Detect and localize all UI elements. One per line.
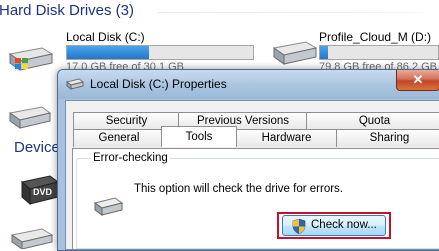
windows-drive-icon (8, 47, 54, 71)
section-hard-disk-drives[interactable]: Hard Disk Drives (3) (0, 2, 134, 19)
drive-usage-bar-c (66, 45, 254, 60)
check-now-label: Check now... (311, 219, 377, 231)
drive-tile-d[interactable]: Profile_Cloud_M (D:) 79.8 GB free of 86.… (268, 24, 439, 74)
hard-drive-icon (94, 197, 124, 216)
dialog-title: Local Disk (C:) Properties (90, 77, 227, 91)
close-button[interactable]: ✕ (396, 70, 439, 91)
properties-icon (66, 78, 84, 90)
tab-hardware[interactable]: Hardware (235, 129, 338, 147)
error-checking-label: Error-checking (91, 152, 170, 164)
close-icon: ✕ (412, 72, 424, 87)
dvd-drive-icon[interactable]: DVD (20, 174, 60, 208)
error-checking-description: This option will check the drive for err… (134, 183, 343, 195)
tab-sharing[interactable]: Sharing (336, 129, 439, 147)
drive-name-d: Profile_Cloud_M (D:) (319, 30, 432, 44)
drive-usage-fill-d (320, 46, 329, 59)
drive-tile-c[interactable]: Local Disk (C:) 17.0 GB free of 30.1 GB (0, 24, 260, 74)
hard-drive-icon[interactable] (10, 227, 54, 249)
shield-icon (292, 219, 306, 234)
hard-drive-icon (272, 41, 318, 65)
section-divider (158, 12, 439, 13)
drive-usage-bar-d (319, 45, 439, 60)
tab-general[interactable]: General (73, 129, 165, 147)
drive-name-c: Local Disk (C:) (66, 30, 145, 44)
section-devices[interactable]: Device (14, 139, 60, 156)
drive-usage-fill-c (67, 46, 149, 59)
dvd-label: DVD (33, 187, 53, 197)
check-now-button[interactable]: Check now... (282, 215, 386, 236)
hard-drive-icon[interactable] (8, 103, 52, 133)
dialog-titlebar[interactable]: Local Disk (C:) Properties ✕ (58, 70, 439, 99)
tab-quota[interactable]: Quota (306, 112, 439, 130)
tab-tools[interactable]: Tools (161, 126, 237, 147)
